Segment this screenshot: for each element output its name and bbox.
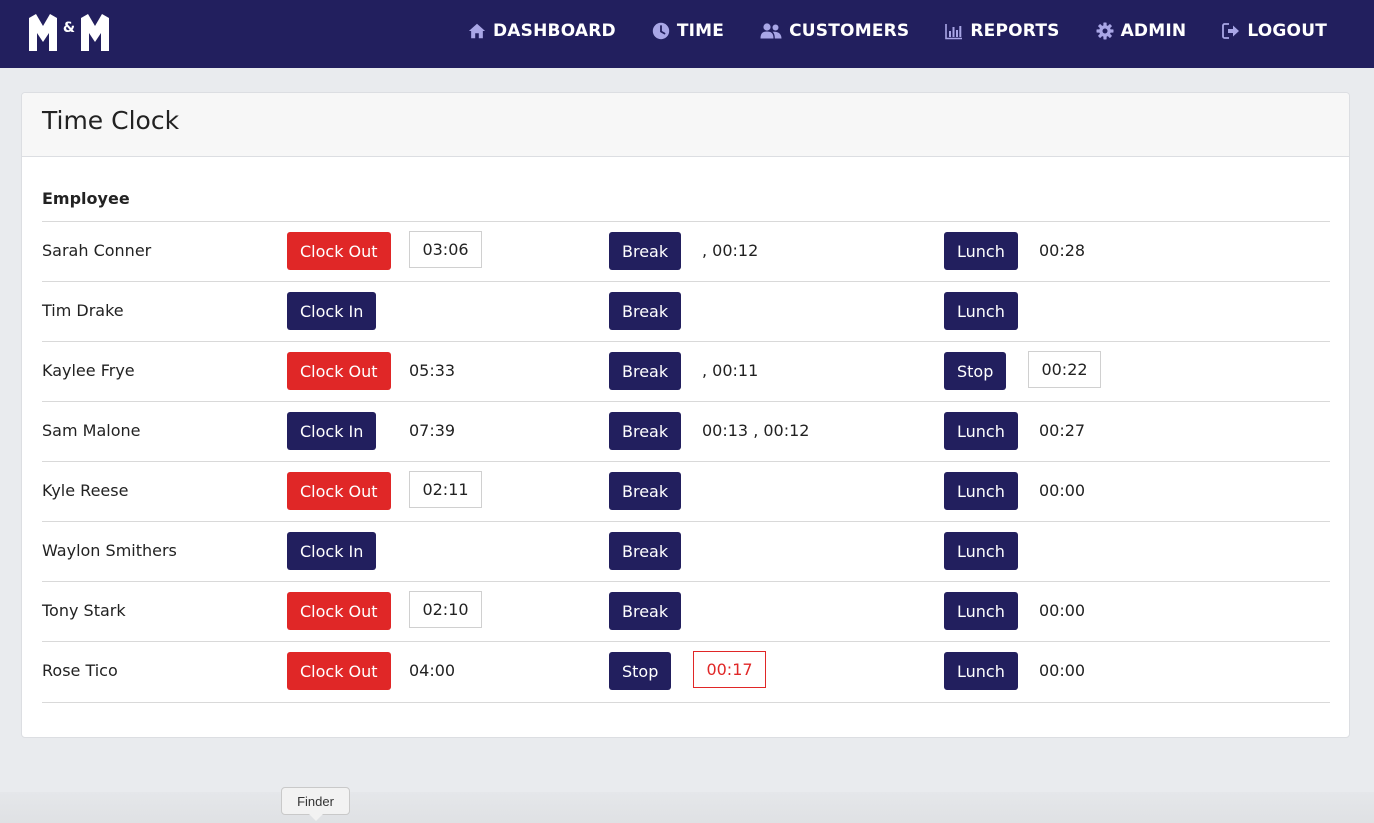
clock-button[interactable]: Clock Out xyxy=(287,352,391,390)
page-title: Time Clock xyxy=(42,106,180,135)
break-button[interactable]: Break xyxy=(609,232,682,270)
lunch-button[interactable]: Lunch xyxy=(944,532,1018,570)
employee-column-header: Employee xyxy=(42,189,130,208)
lunch-button[interactable]: Lunch xyxy=(944,472,1018,510)
employee-name: Tony Stark xyxy=(42,601,126,620)
clock-button[interactable]: Clock In xyxy=(287,292,377,330)
lunch-timer-box: 00:22 xyxy=(1028,351,1101,388)
employee-name: Tim Drake xyxy=(42,301,124,320)
clock-time-text: 07:39 xyxy=(409,421,456,440)
break-button[interactable]: Stop xyxy=(609,652,672,690)
employee-name: Sam Malone xyxy=(42,421,141,440)
table-row: Waylon Smithers Clock In Break Lunch xyxy=(42,521,1330,582)
lunch-button[interactable]: Lunch xyxy=(944,652,1018,690)
break-time-text: 00:13 , 00:12 xyxy=(702,421,810,440)
gear-icon xyxy=(1096,22,1114,40)
table-row: Kaylee Frye Clock Out 05:33 Break , 00:11 Sto… xyxy=(42,341,1330,402)
nav-logout[interactable]: LOGOUT xyxy=(1222,21,1327,41)
lunch-button[interactable]: Lunch xyxy=(944,292,1018,330)
lunch-time-text: 00:00 xyxy=(1039,661,1086,680)
clock-time-text: 05:33 xyxy=(409,361,456,380)
card-header xyxy=(22,93,1349,157)
lunch-time-text: 00:28 xyxy=(1039,241,1086,260)
break-time-text: , 00:11 xyxy=(702,361,759,380)
clock-button[interactable]: Clock In xyxy=(287,412,377,450)
lunch-button[interactable]: Lunch xyxy=(944,592,1018,630)
break-time-text: , 00:12 xyxy=(702,241,759,260)
dock-tooltip: Finder xyxy=(281,787,350,815)
lunch-time-text: 00:00 xyxy=(1039,601,1086,620)
clock-icon xyxy=(652,22,670,40)
lunch-button[interactable]: Lunch xyxy=(944,232,1018,270)
lunch-button[interactable]: Lunch xyxy=(944,412,1018,450)
nav-reports-label: REPORTS xyxy=(970,21,1060,41)
clock-button[interactable]: Clock Out xyxy=(287,592,391,630)
table-row: Tim Drake Clock In Break Lunch xyxy=(42,281,1330,342)
break-timer-box: 00:17 xyxy=(693,651,766,688)
nav-customers[interactable]: CUSTOMERS xyxy=(760,21,909,41)
lunch-button[interactable]: Stop xyxy=(944,352,1007,390)
nav-logout-label: LOGOUT xyxy=(1247,21,1327,41)
break-button[interactable]: Break xyxy=(609,532,682,570)
lunch-time-text: 00:27 xyxy=(1039,421,1086,440)
table-row: Kyle Reese Clock Out 02:11 Break Lunch 00:00 xyxy=(42,461,1330,522)
dock xyxy=(0,792,1374,823)
clock-button[interactable]: Clock Out xyxy=(287,652,391,690)
top-navbar: & DASHBOARD TIME CUSTOMERS REPORTS ADMIN… xyxy=(0,0,1374,68)
svg-text:&: & xyxy=(63,20,75,36)
employee-name: Sarah Conner xyxy=(42,241,152,260)
time-clock-card: Time Clock Employee Sarah Conner Clock Ou… xyxy=(21,92,1350,738)
break-button[interactable]: Break xyxy=(609,592,682,630)
clock-time-text: 04:00 xyxy=(409,661,456,680)
table-row: Sarah Conner Clock Out 03:06 Break , 00:12 Lu… xyxy=(42,221,1330,282)
nav-dashboard[interactable]: DASHBOARD xyxy=(468,21,616,41)
clock-timer-box: 03:06 xyxy=(409,231,482,268)
nav-dashboard-label: DASHBOARD xyxy=(493,21,616,41)
break-button[interactable]: Break xyxy=(609,292,682,330)
clock-button[interactable]: Clock In xyxy=(287,532,377,570)
brand-logo[interactable]: & xyxy=(28,12,110,52)
tooltip-tail xyxy=(309,814,323,821)
table-row: Tony Stark Clock Out 02:10 Break Lunch 00:00 xyxy=(42,581,1330,642)
clock-button[interactable]: Clock Out xyxy=(287,232,391,270)
nav-customers-label: CUSTOMERS xyxy=(789,21,910,41)
break-button[interactable]: Break xyxy=(609,352,682,390)
nav-links: DASHBOARD TIME CUSTOMERS REPORTS ADMIN L… xyxy=(432,0,1327,62)
clock-timer-box: 02:10 xyxy=(409,591,482,628)
nav-admin[interactable]: ADMIN xyxy=(1096,21,1187,41)
bar-chart-icon xyxy=(945,22,963,40)
employee-name: Kaylee Frye xyxy=(42,361,135,380)
table-row: Rose Tico Clock Out 04:00 Stop 00:17 Lunch 00:… xyxy=(42,641,1330,703)
nav-time-label: TIME xyxy=(676,21,725,41)
employee-name: Rose Tico xyxy=(42,661,118,680)
employee-name: Waylon Smithers xyxy=(42,541,177,560)
employee-name: Kyle Reese xyxy=(42,481,129,500)
clock-timer-box: 02:11 xyxy=(409,471,482,508)
logout-icon xyxy=(1222,22,1240,40)
break-button[interactable]: Break xyxy=(609,472,682,510)
lunch-time-text: 00:00 xyxy=(1039,481,1086,500)
users-icon xyxy=(760,22,782,40)
nav-time[interactable]: TIME xyxy=(652,21,724,41)
table-row: Sam Malone Clock In 07:39 Break 00:13 , 00:1… xyxy=(42,401,1330,462)
break-button[interactable]: Break xyxy=(609,412,682,450)
nav-admin-label: ADMIN xyxy=(1120,21,1187,41)
nav-reports[interactable]: REPORTS xyxy=(945,21,1059,41)
home-icon xyxy=(468,22,486,40)
clock-button[interactable]: Clock Out xyxy=(287,472,391,510)
